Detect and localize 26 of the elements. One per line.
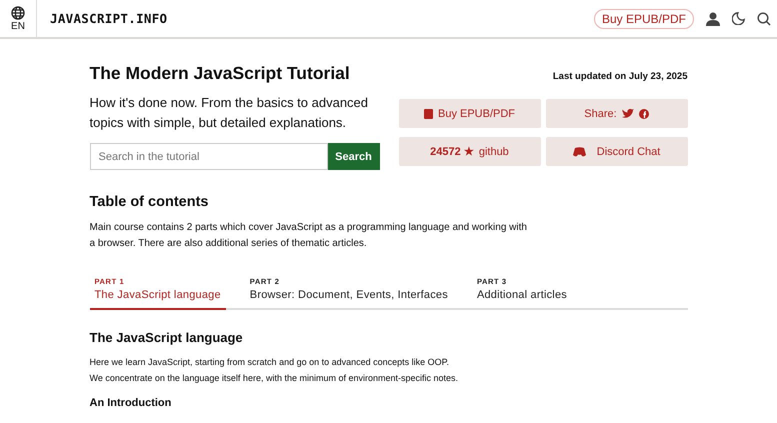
tagline: How it's done now. From the basics to advanced topics with simple, but detailed explanations. — [90, 94, 370, 132]
bird-icon[interactable] — [622, 108, 634, 118]
moon-icon[interactable] — [732, 12, 745, 25]
buy-epub-pdf-button[interactable]: Buy EPUB/PDF — [594, 8, 694, 28]
buy-epub-pdf-button[interactable]: Buy EPUB/PDF — [398, 99, 540, 128]
discord-chat-button[interactable]: Discord Chat — [546, 137, 688, 166]
globe-icon — [11, 6, 25, 20]
share-label: Share: — [584, 108, 617, 120]
toc-description: Main course contains 2 parts which cover JavaScript as a programming language and working with a browser. There are also additional series of thematic articles. — [90, 221, 528, 251]
section-heading: The JavaScript language — [90, 330, 244, 345]
book-icon — [424, 108, 433, 118]
user-icon[interactable] — [706, 12, 720, 26]
paragraph: We concentrate on the language itself here, with the minimum of environment-specific notes. — [90, 373, 460, 383]
subsection-heading: An Introduction — [90, 397, 172, 409]
search-button[interactable]: Search — [328, 143, 380, 170]
section-heading: Table of contents — [90, 194, 210, 210]
paragraph: Here we learn JavaScript, starting from scratch and go on to advanced concepts like OOP. — [90, 357, 450, 367]
last-updated-text: Last updated on July 23, 2025 — [552, 71, 688, 82]
game-controller-icon — [572, 146, 586, 156]
github-stars-button[interactable]: 24572 ★ github — [398, 137, 540, 166]
site-logo[interactable]: JAVASCRIPT.INFO — [50, 11, 168, 26]
search-icon[interactable] — [757, 12, 771, 26]
f-circle-icon[interactable] — [638, 108, 649, 118]
language-switcher[interactable]: EN — [0, 0, 37, 37]
page-title: The Modern JavaScript Tutorial — [90, 63, 350, 84]
search-field[interactable]: Search in the tutorial — [90, 143, 328, 170]
